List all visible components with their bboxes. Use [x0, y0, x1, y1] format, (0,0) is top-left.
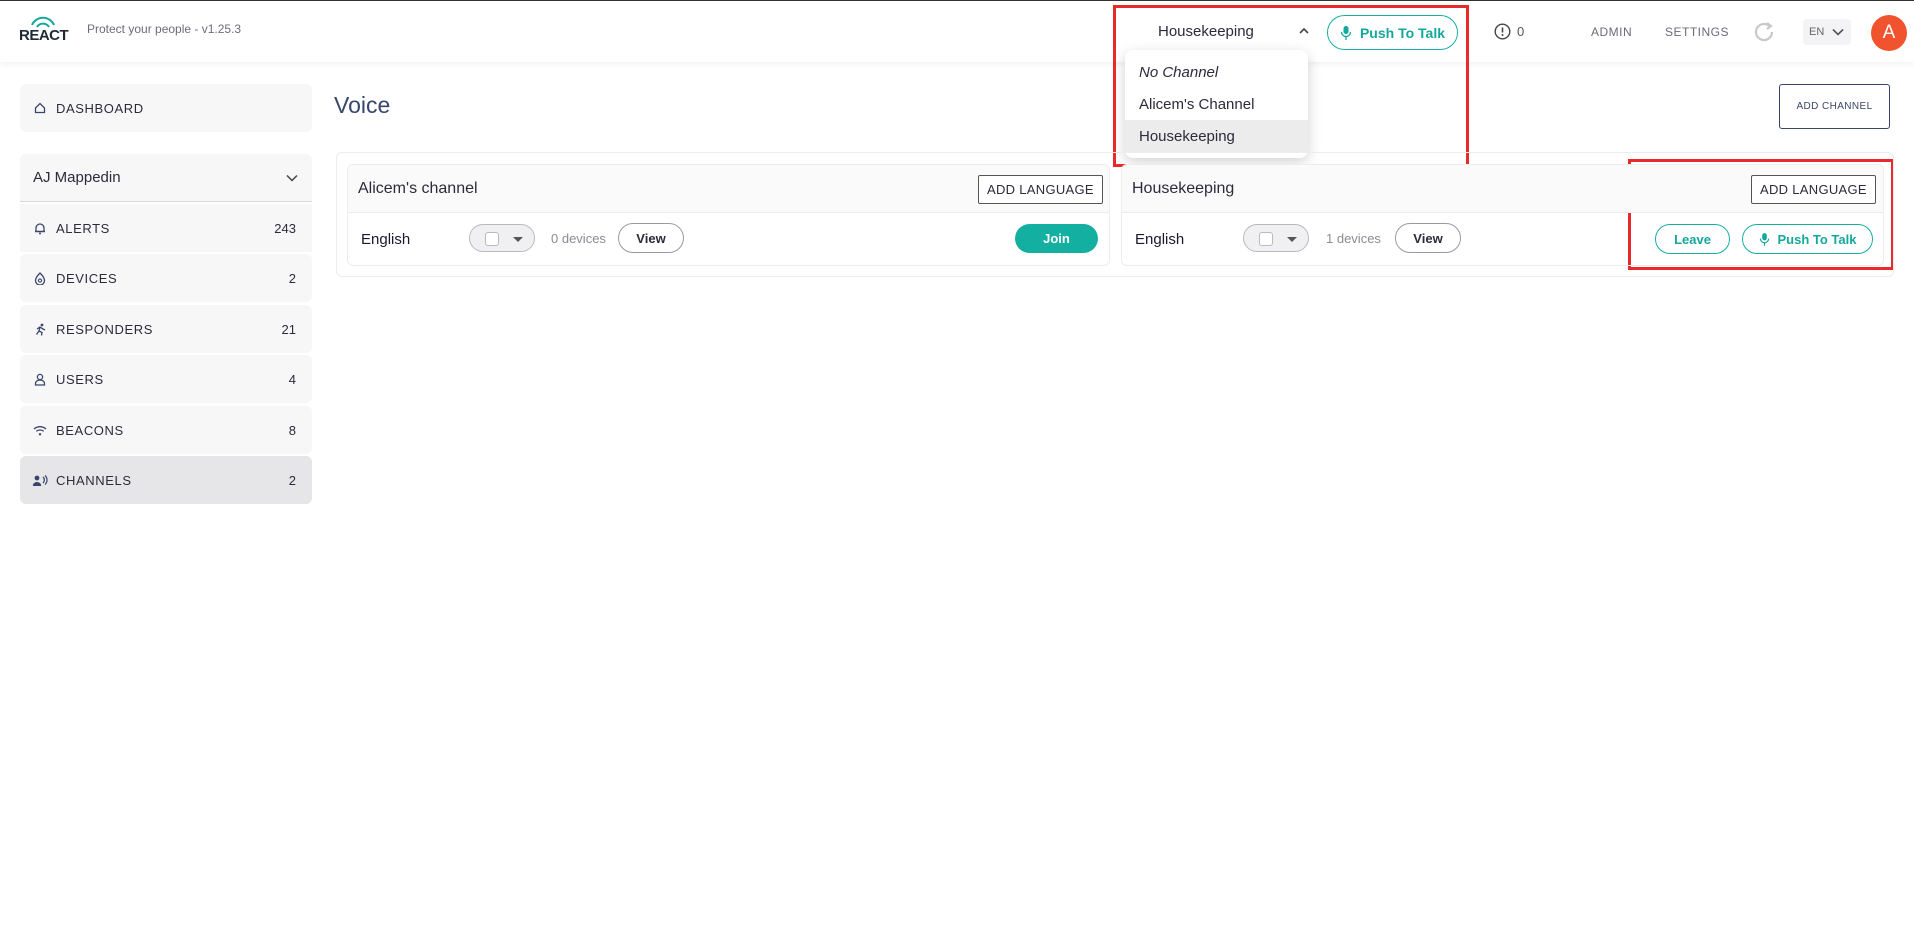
- sidebar-item-label: DASHBOARD: [56, 100, 144, 116]
- microphone-icon: [1340, 25, 1352, 40]
- language-toggle[interactable]: [1243, 224, 1309, 252]
- home-icon: [30, 102, 50, 114]
- sidebar-item-label: CHANNELS: [56, 472, 132, 488]
- sidebar-item-label: RESPONDERS: [56, 321, 154, 337]
- page-title: Voice: [334, 92, 391, 118]
- sidebar-item-label: DEVICES: [56, 270, 118, 286]
- nav-settings[interactable]: SETTINGS: [1665, 25, 1729, 39]
- push-to-talk-button[interactable]: Push To Talk: [1742, 224, 1873, 254]
- wifi-icon: [30, 425, 50, 436]
- refresh-icon[interactable]: [1752, 20, 1776, 44]
- sidebar-item-channels[interactable]: CHANNELS 2: [20, 456, 312, 504]
- bell-icon: [30, 222, 50, 235]
- language-select[interactable]: EN: [1803, 19, 1851, 45]
- device-count: 1 devices: [1326, 231, 1381, 246]
- sidebar-item-devices[interactable]: DEVICES 2: [20, 254, 312, 302]
- sidebar-item-dashboard[interactable]: DASHBOARD: [20, 84, 312, 132]
- microphone-icon: [1759, 232, 1769, 246]
- sidebar-item-label: ALERTS: [56, 220, 110, 236]
- chevron-down-icon: [286, 174, 298, 182]
- push-to-talk-label: Push To Talk: [1777, 231, 1857, 247]
- top-header: REACT Protect your people - v1.25.3 Hous…: [0, 0, 1914, 62]
- alert-indicator[interactable]: 0: [1494, 23, 1524, 40]
- chevron-down-icon: [1832, 28, 1844, 36]
- toggle-checkbox: [485, 232, 499, 246]
- dropdown-option-alicems-channel[interactable]: Alicem's Channel: [1125, 88, 1308, 120]
- device-icon: [30, 271, 50, 285]
- sidebar-item-count: 21: [281, 321, 296, 337]
- avatar[interactable]: A: [1871, 15, 1907, 51]
- sidebar-item-responders[interactable]: RESPONDERS 21: [20, 305, 312, 353]
- tagline: Protect your people - v1.25.3: [87, 22, 242, 36]
- user-icon: [30, 373, 50, 386]
- sidebar-item-label: USERS: [56, 371, 104, 387]
- channel-list: Alicem's channel ADD LANGUAGE English 0 …: [336, 152, 1894, 277]
- alert-circle-icon: [1494, 23, 1511, 40]
- caret-down-icon: [513, 237, 523, 242]
- join-button[interactable]: Join: [1015, 224, 1098, 253]
- nav-admin[interactable]: ADMIN: [1591, 25, 1632, 39]
- view-button[interactable]: View: [618, 223, 684, 253]
- sidebar-item-alerts[interactable]: ALERTS 243: [20, 204, 312, 252]
- sidebar-item-count: 243: [274, 220, 296, 236]
- push-to-talk-header-button[interactable]: Push To Talk: [1327, 15, 1458, 50]
- add-channel-button[interactable]: ADD CHANNEL: [1779, 84, 1890, 129]
- channel-select[interactable]: Housekeeping: [1142, 11, 1317, 51]
- push-to-talk-label: Push To Talk: [1359, 24, 1446, 41]
- chevron-up-icon: [1299, 27, 1309, 34]
- channel-card-housekeeping: Housekeeping ADD LANGUAGE English 1 devi…: [1121, 164, 1884, 266]
- alert-count-value: 0: [1517, 24, 1525, 39]
- sidebar-item-beacons[interactable]: BEACONS 8: [20, 406, 312, 454]
- channel-name: Housekeeping: [1132, 180, 1235, 197]
- channel-name: Alicem's channel: [358, 180, 478, 197]
- add-language-button[interactable]: ADD LANGUAGE: [978, 175, 1103, 204]
- organization-name: AJ Mappedin: [33, 169, 121, 186]
- organization-select[interactable]: AJ Mappedin: [20, 154, 312, 202]
- caret-down-icon: [1287, 237, 1297, 242]
- channel-card-header: Housekeeping ADD LANGUAGE: [1122, 165, 1883, 213]
- sidebar-item-label: BEACONS: [56, 422, 124, 438]
- channel-card-alicems: Alicem's channel ADD LANGUAGE English 0 …: [347, 164, 1110, 266]
- sidebar-item-count: 8: [288, 422, 296, 438]
- toggle-checkbox: [1259, 232, 1273, 246]
- sidebar-item-users[interactable]: USERS 4: [20, 355, 312, 403]
- language-label: English: [1135, 231, 1185, 248]
- sidebar-item-count: 2: [288, 270, 296, 286]
- dropdown-option-no-channel[interactable]: No Channel: [1125, 56, 1308, 88]
- language-toggle[interactable]: [469, 224, 535, 252]
- add-language-button[interactable]: ADD LANGUAGE: [1751, 175, 1876, 204]
- sidebar-item-count: 4: [288, 371, 296, 387]
- channel-dropdown-menu: No Channel Alicem's Channel Housekeeping: [1125, 50, 1308, 158]
- leave-button[interactable]: Leave: [1655, 224, 1730, 254]
- dropdown-option-housekeeping[interactable]: Housekeeping: [1125, 120, 1308, 152]
- sidebar-item-count: 2: [288, 472, 296, 488]
- device-count: 0 devices: [551, 231, 606, 246]
- channel-select-value: Housekeeping: [1158, 22, 1254, 40]
- logo-text: REACT: [19, 27, 69, 44]
- channel-card-header: Alicem's channel ADD LANGUAGE: [348, 165, 1109, 213]
- view-button[interactable]: View: [1395, 223, 1461, 253]
- channel-icon: [30, 474, 50, 487]
- language-label: English: [361, 231, 411, 248]
- language-value: EN: [1809, 26, 1825, 38]
- runner-icon: [30, 323, 50, 336]
